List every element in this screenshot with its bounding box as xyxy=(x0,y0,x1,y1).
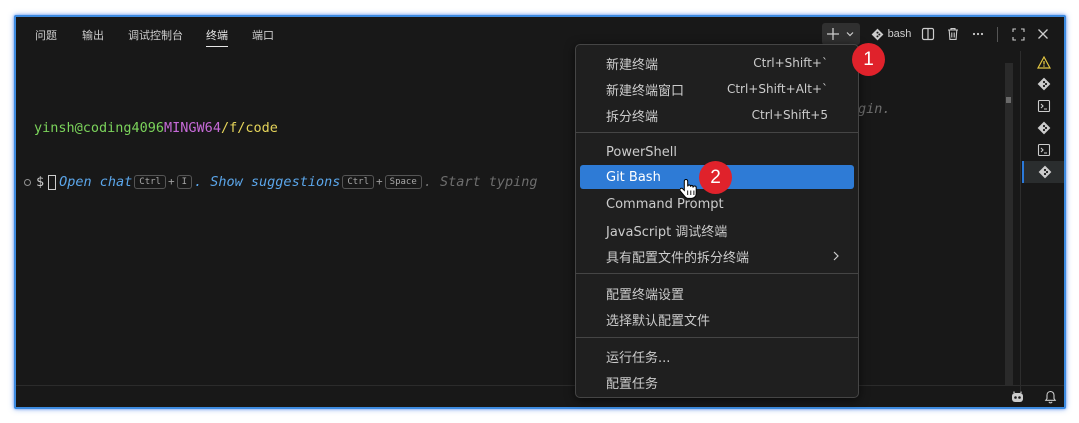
menu-split-terminal[interactable]: 拆分终端 Ctrl+Shift+5 xyxy=(580,103,854,127)
menu-item-label: PowerShell xyxy=(606,144,678,160)
close-icon xyxy=(1038,29,1048,39)
maximize-panel-button[interactable] xyxy=(1009,23,1027,45)
menu-new-terminal[interactable]: 新建终端 Ctrl+Shift+` xyxy=(580,51,854,75)
menu-separator xyxy=(576,273,858,274)
terminal-tab-git-bash-1[interactable] xyxy=(1022,73,1064,95)
menu-new-terminal-window[interactable]: 新建终端窗口 Ctrl+Shift+Alt+` xyxy=(580,77,854,101)
notifications-button[interactable] xyxy=(1042,389,1058,405)
terminal-cursor xyxy=(48,174,57,190)
copilot-icon xyxy=(1011,391,1023,402)
menu-item-shortcut: Ctrl+Shift+5 xyxy=(751,108,828,122)
kbd-plus-2: + xyxy=(376,175,383,188)
tab-terminal[interactable]: 终端 xyxy=(206,27,228,47)
git-icon xyxy=(1037,77,1051,91)
kbd-ctrl: Ctrl xyxy=(134,175,166,189)
menu-configure-tasks[interactable]: 配置任务 xyxy=(580,370,854,394)
menu-item-label: 运行任务... xyxy=(606,350,671,366)
profile-label: bash xyxy=(887,28,912,40)
tab-problems[interactable]: 问题 xyxy=(35,27,57,43)
kbd-i: I xyxy=(176,175,193,189)
menu-configure-terminal-settings[interactable]: 配置终端设置 xyxy=(580,281,854,305)
command-decoration-icon xyxy=(24,178,31,186)
terminal-tabs-divider xyxy=(1020,51,1021,391)
panel-tab-bar: 问题 输出 调试控制台 终端 端口 bash xyxy=(16,17,1064,51)
hint-start-typing: . Start typing xyxy=(423,174,538,190)
prompt-line: yinsh@coding4096 MINGW64 /f/code xyxy=(24,119,538,137)
status-bar xyxy=(16,385,1064,407)
scrollbar-thumb[interactable] xyxy=(1006,97,1011,103)
kbd-space: Space xyxy=(384,175,422,189)
split-terminal-button[interactable] xyxy=(919,23,937,45)
terminal-tab-shell-2[interactable] xyxy=(1022,139,1064,161)
tab-debug-console[interactable]: 调试控制台 xyxy=(128,27,183,43)
menu-item-label: 选择默认配置文件 xyxy=(606,313,711,329)
menu-profile-js-debug[interactable]: JavaScript 调试终端 xyxy=(580,218,854,242)
tab-output[interactable]: 输出 xyxy=(82,27,104,43)
menu-run-task[interactable]: 运行任务... xyxy=(580,344,854,368)
kbd-plus: + xyxy=(167,175,175,188)
toolbar-divider xyxy=(997,27,998,42)
terminal-icon xyxy=(1037,99,1051,113)
current-path: /f/code xyxy=(220,120,278,136)
kill-terminal-button[interactable] xyxy=(944,23,962,45)
hint-show-suggestions: . Show suggestions xyxy=(194,174,341,190)
new-terminal-button[interactable] xyxy=(824,23,842,45)
git-icon xyxy=(1038,165,1052,179)
kbd-ctrl-2: Ctrl xyxy=(342,175,375,189)
prompt-symbol: $ xyxy=(36,174,45,190)
menu-item-shortcut: Ctrl+Shift+Alt+` xyxy=(726,82,828,96)
split-icon xyxy=(921,27,935,41)
launch-profile-menu: 新建终端 Ctrl+Shift+` 新建终端窗口 Ctrl+Shift+Alt+` … xyxy=(575,44,859,398)
tab-ports[interactable]: 端口 xyxy=(252,27,274,43)
menu-separator xyxy=(576,337,858,338)
input-line: $ Open chat Ctrl + I. Show suggestions Ctrl… xyxy=(24,173,538,191)
step-badge-2: 2 xyxy=(699,161,732,194)
menu-item-label: 新建终端 xyxy=(606,57,659,73)
menu-item-label: 拆分终端 xyxy=(606,109,659,125)
warning-icon xyxy=(1037,55,1051,69)
menu-separator xyxy=(576,132,858,133)
active-terminal-profile[interactable]: bash xyxy=(868,23,914,45)
menu-item-label: 新建终端窗口 xyxy=(606,83,685,99)
menu-item-label: JavaScript 调试终端 xyxy=(606,224,728,240)
terminal-tab-warning[interactable] xyxy=(1022,51,1064,73)
menu-item-label: 配置任务 xyxy=(606,376,659,392)
terminal-output[interactable]: yinsh@coding4096 MINGW64 /f/code $ Open c… xyxy=(24,83,538,227)
bell-icon xyxy=(1044,390,1056,404)
menu-select-default-profile[interactable]: 选择默认配置文件 xyxy=(580,307,854,331)
close-panel-button[interactable] xyxy=(1034,23,1052,45)
user-host: yinsh@coding4096 xyxy=(34,120,165,136)
maximize-icon xyxy=(1011,27,1025,41)
terminal-tab-git-bash-2[interactable] xyxy=(1022,117,1064,139)
terminal-panel: 问题 输出 调试控制台 终端 端口 bash yinsh@coding4096 … xyxy=(14,15,1066,409)
ellipsis-icon xyxy=(972,32,984,36)
menu-item-label: 配置终端设置 xyxy=(606,287,685,303)
step-badge-1: 1 xyxy=(852,43,885,76)
more-actions-button[interactable] xyxy=(969,23,987,45)
menu-split-with-profile[interactable]: 具有配置文件的拆分终端 xyxy=(580,244,854,268)
menu-profile-command-prompt[interactable]: Command Prompt xyxy=(580,192,854,216)
copilot-status-button[interactable] xyxy=(1008,389,1026,405)
chevron-down-icon xyxy=(846,32,854,37)
env-name: MINGW64 xyxy=(164,120,221,136)
menu-item-shortcut: Ctrl+Shift+` xyxy=(753,56,828,70)
plus-icon xyxy=(827,28,839,40)
menu-item-label: 具有配置文件的拆分终端 xyxy=(606,250,750,266)
git-icon xyxy=(1037,121,1051,135)
menu-item-label: Command Prompt xyxy=(606,196,724,212)
launch-profile-dropdown[interactable] xyxy=(842,23,858,45)
terminal-tab-git-bash-3[interactable] xyxy=(1022,161,1064,183)
trash-icon xyxy=(948,28,958,40)
hint-open-chat: Open chat xyxy=(59,174,133,190)
terminal-tab-shell-1[interactable] xyxy=(1022,95,1064,117)
chevron-right-icon xyxy=(833,251,839,261)
hint-tail: gin. xyxy=(858,101,891,117)
hand-cursor-icon xyxy=(680,178,697,199)
terminal-scrollbar[interactable] xyxy=(1005,63,1013,385)
terminal-icon xyxy=(1037,143,1051,157)
git-icon xyxy=(871,28,883,40)
